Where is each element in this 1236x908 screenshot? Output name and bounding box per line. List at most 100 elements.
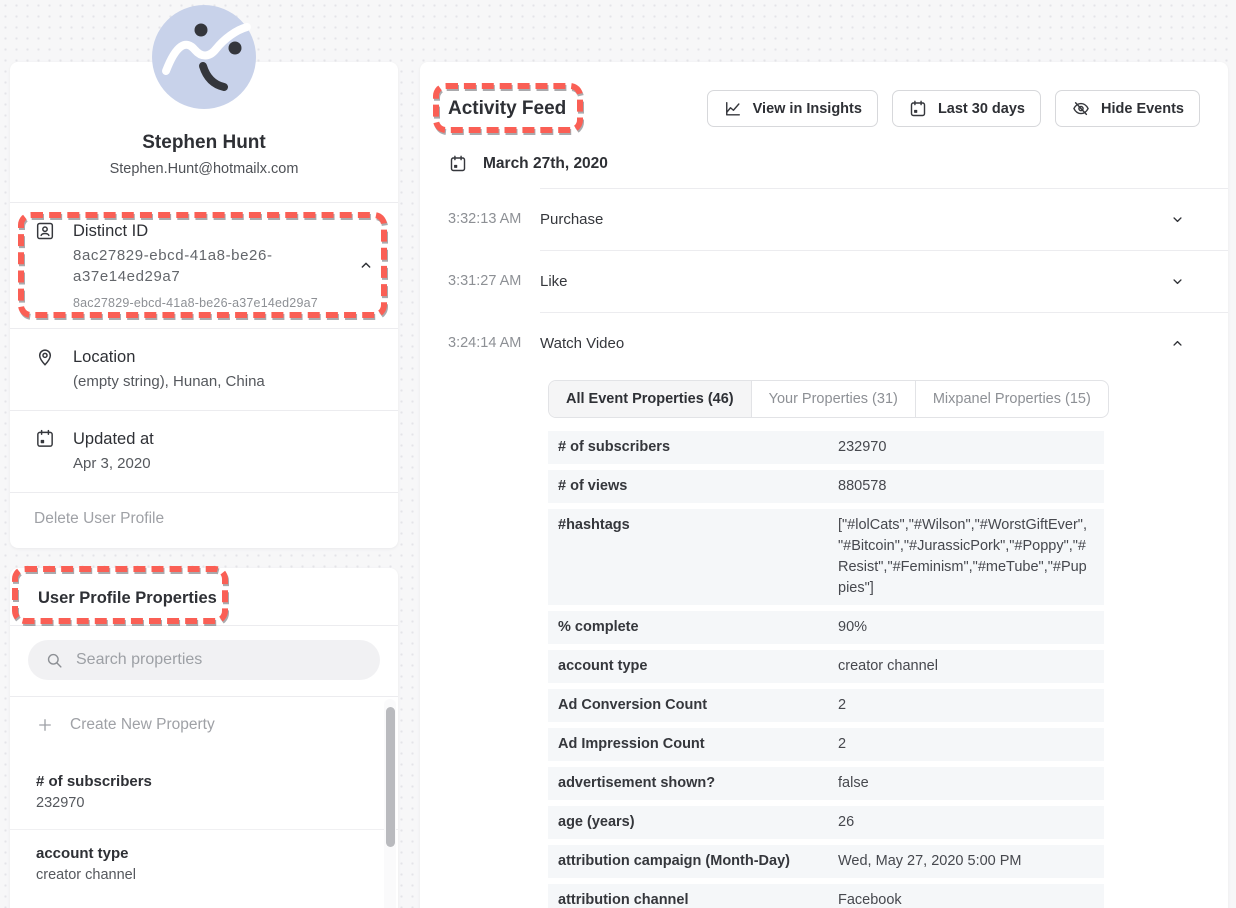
properties-title: User Profile Properties bbox=[38, 589, 370, 608]
delete-user-profile-button[interactable]: Delete User Profile bbox=[10, 492, 398, 548]
view-in-insights-label: View in Insights bbox=[753, 101, 862, 117]
property-key: # of views bbox=[548, 470, 838, 503]
activity-feed-title-wrap: Activity Feed bbox=[448, 98, 566, 120]
distinct-id-label: Distinct ID bbox=[73, 219, 318, 243]
property-value: 2 bbox=[838, 689, 1104, 722]
event-row[interactable]: 3:31:27 AM Like bbox=[420, 250, 1228, 312]
table-row: # of views 880578 bbox=[548, 470, 1104, 503]
property-value: creator channel bbox=[838, 650, 1104, 683]
property-key: Ad Impression Count bbox=[548, 728, 838, 761]
property-value: creator channel bbox=[36, 867, 358, 883]
property-name: # of subscribers bbox=[36, 773, 358, 790]
event-list: 3:32:13 AM Purchase 3:31:27 AM Like 3:24… bbox=[420, 188, 1228, 908]
property-value: 2 bbox=[838, 728, 1104, 761]
chevron-up-icon[interactable] bbox=[1170, 336, 1185, 351]
chevron-down-icon[interactable] bbox=[1170, 212, 1185, 227]
property-item[interactable]: account type creator channel bbox=[10, 829, 398, 901]
event-row-expanded[interactable]: 3:24:14 AM Watch Video bbox=[420, 312, 1228, 374]
activity-feed-header: Activity Feed View in Insights Last 30 d… bbox=[420, 62, 1228, 127]
event-name: Purchase bbox=[540, 211, 603, 228]
location-section: Location (empty string), Hunan, China bbox=[10, 328, 398, 410]
event-main: Like bbox=[540, 250, 1228, 312]
event-details-panel: All Event Properties (46) Your Propertie… bbox=[548, 380, 1104, 908]
property-value: 232970 bbox=[36, 795, 358, 811]
table-row: advertisement shown? false bbox=[548, 767, 1104, 800]
distinct-id-section: Distinct ID 8ac27829-ebcd-41a8-be26-a37e… bbox=[10, 202, 398, 328]
property-key: % complete bbox=[548, 611, 838, 644]
event-name: Like bbox=[540, 273, 568, 290]
date-header: March 27th, 2020 bbox=[420, 127, 1228, 188]
table-row: #hashtags ["#lolCats","#Wilson","#WorstG… bbox=[548, 509, 1104, 605]
property-value: ["#lolCats","#Wilson","#WorstGiftEver","… bbox=[838, 509, 1104, 605]
event-properties-tabs: All Event Properties (46) Your Propertie… bbox=[548, 380, 1109, 418]
distinct-id-icon bbox=[34, 220, 56, 242]
hide-events-button[interactable]: Hide Events bbox=[1055, 90, 1200, 127]
property-key: Ad Conversion Count bbox=[548, 689, 838, 722]
chevron-up-icon[interactable] bbox=[358, 257, 374, 273]
calendar-icon bbox=[34, 428, 56, 450]
user-name: Stephen Hunt bbox=[26, 132, 382, 154]
distinct-id-value: 8ac27829-ebcd-41a8-be26-a37e14ed29a7 bbox=[73, 245, 313, 287]
date-range-button[interactable]: Last 30 days bbox=[892, 90, 1041, 127]
property-key: age (years) bbox=[548, 806, 838, 839]
property-value: false bbox=[838, 767, 1104, 800]
updated-at-section: Updated at Apr 3, 2020 bbox=[10, 410, 398, 492]
location-content: Location (empty string), Hunan, China bbox=[73, 345, 265, 392]
event-main: Watch Video bbox=[540, 312, 1228, 374]
calendar-icon bbox=[448, 154, 468, 174]
updated-at-label: Updated at bbox=[73, 427, 154, 451]
create-new-property-button[interactable]: Create New Property bbox=[10, 697, 398, 758]
properties-search-row bbox=[10, 625, 398, 696]
table-row: account type creator channel bbox=[548, 650, 1104, 683]
property-name: account type bbox=[36, 845, 358, 862]
tab-your-properties[interactable]: Your Properties (31) bbox=[751, 381, 915, 417]
table-row: age (years) 26 bbox=[548, 806, 1104, 839]
profile-card: Stephen Hunt Stephen.Hunt@hotmailx.com D… bbox=[10, 62, 398, 548]
user-email: Stephen.Hunt@hotmailx.com bbox=[26, 161, 382, 177]
property-key: # of subscribers bbox=[548, 431, 838, 464]
search-properties-input[interactable] bbox=[76, 651, 363, 669]
event-time: 3:32:13 AM bbox=[448, 188, 540, 250]
location-label: Location bbox=[73, 345, 265, 369]
create-new-property-label: Create New Property bbox=[70, 716, 215, 734]
event-properties-table: # of subscribers 232970 # of views 88057… bbox=[548, 431, 1104, 908]
activity-feed-card: Activity Feed View in Insights Last 30 d… bbox=[420, 62, 1228, 908]
profile-sidebar: Stephen Hunt Stephen.Hunt@hotmailx.com D… bbox=[10, 0, 398, 908]
property-value: Facebook bbox=[838, 884, 1104, 908]
event-row[interactable]: 3:32:13 AM Purchase bbox=[420, 188, 1228, 250]
property-value: 880578 bbox=[838, 470, 1104, 503]
plus-icon bbox=[36, 716, 54, 734]
properties-list: Create New Property # of subscribers 232… bbox=[10, 696, 398, 908]
scrollbar-thumb[interactable] bbox=[386, 707, 395, 847]
tab-mixpanel-properties[interactable]: Mixpanel Properties (15) bbox=[915, 381, 1108, 417]
activity-feed-title: Activity Feed bbox=[448, 98, 566, 120]
event-name: Watch Video bbox=[540, 335, 624, 352]
property-value: 232970 bbox=[838, 431, 1104, 464]
distinct-id-full-value: 8ac27829-ebcd-41a8-be26-a37e14ed29a7 bbox=[73, 296, 318, 310]
date-range-label: Last 30 days bbox=[938, 101, 1025, 117]
updated-at-content: Updated at Apr 3, 2020 bbox=[73, 427, 154, 474]
distinct-id-content: Distinct ID 8ac27829-ebcd-41a8-be26-a37e… bbox=[73, 219, 318, 310]
view-in-insights-button[interactable]: View in Insights bbox=[707, 90, 878, 127]
property-key: attribution campaign (Month-Day) bbox=[548, 845, 838, 878]
property-item[interactable]: # of subscribers 232970 bbox=[10, 758, 398, 829]
property-key: advertisement shown? bbox=[548, 767, 838, 800]
date-header-label: March 27th, 2020 bbox=[483, 155, 608, 173]
line-chart-icon bbox=[723, 99, 743, 119]
chevron-down-icon[interactable] bbox=[1170, 274, 1185, 289]
property-value: 90% bbox=[838, 611, 1104, 644]
eye-off-icon bbox=[1071, 99, 1091, 119]
properties-search-box[interactable] bbox=[28, 640, 380, 680]
location-value: (empty string), Hunan, China bbox=[73, 371, 265, 392]
tab-all-event-properties[interactable]: All Event Properties (46) bbox=[549, 381, 751, 417]
property-key: #hashtags bbox=[548, 509, 838, 605]
calendar-icon bbox=[908, 99, 928, 119]
location-icon bbox=[34, 346, 56, 368]
properties-title-row: User Profile Properties bbox=[10, 568, 398, 625]
table-row: Ad Impression Count 2 bbox=[548, 728, 1104, 761]
table-row: attribution campaign (Month-Day) Wed, Ma… bbox=[548, 845, 1104, 878]
feed-action-buttons: View in Insights Last 30 days Hide Event… bbox=[707, 90, 1200, 127]
property-value: 26 bbox=[838, 806, 1104, 839]
event-time: 3:24:14 AM bbox=[448, 312, 540, 374]
table-row: % complete 90% bbox=[548, 611, 1104, 644]
